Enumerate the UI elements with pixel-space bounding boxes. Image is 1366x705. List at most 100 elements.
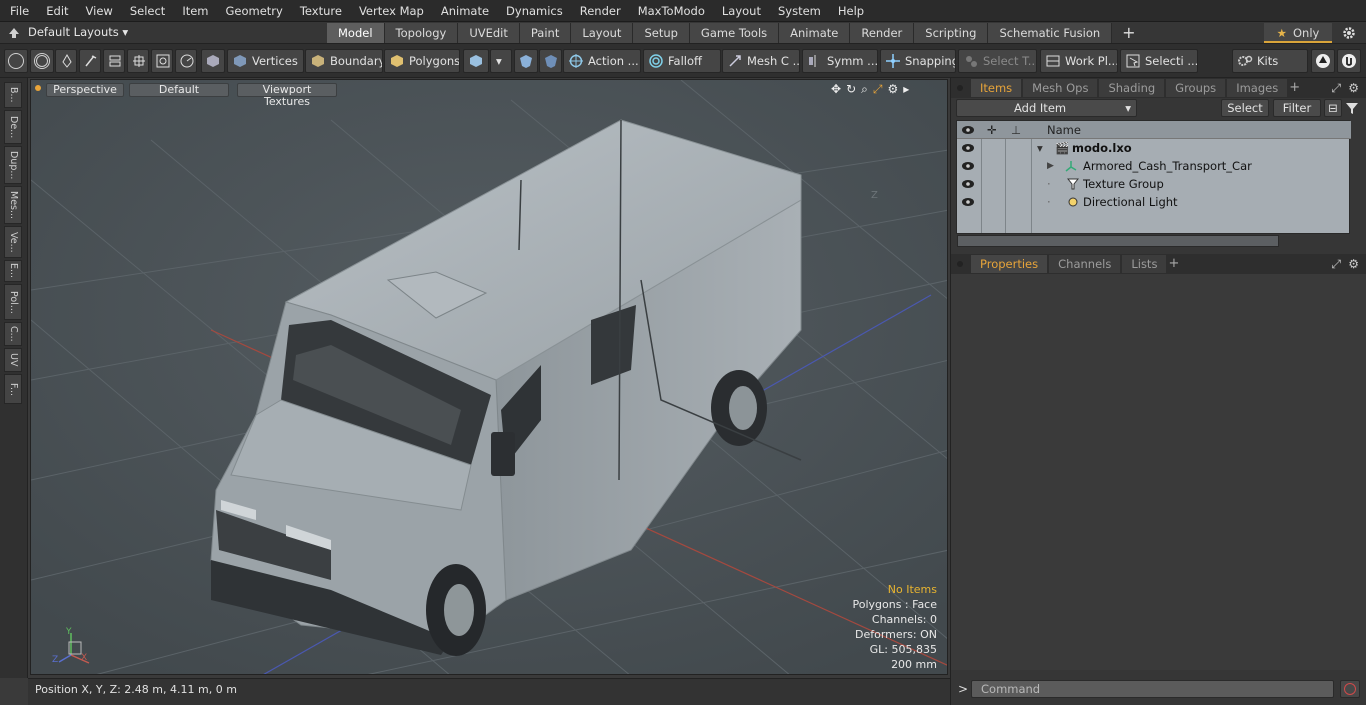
- unreal-button[interactable]: [1337, 49, 1361, 73]
- left-tab-edge[interactable]: E...: [4, 260, 22, 282]
- menu-item[interactable]: Item: [172, 0, 215, 22]
- symmetry-button[interactable]: Symm ...: [802, 49, 878, 73]
- tab-model[interactable]: Model: [327, 23, 385, 43]
- grid-button[interactable]: [127, 49, 149, 73]
- viewport-textures-button[interactable]: Viewport Textures: [237, 83, 337, 108]
- align-button[interactable]: [103, 49, 125, 73]
- menu-geometry[interactable]: Geometry: [216, 0, 290, 22]
- timer-button[interactable]: [175, 49, 197, 73]
- visibility-eye-icon[interactable]: [961, 143, 975, 153]
- expand-panel-icon[interactable]: ⤢: [1331, 257, 1341, 272]
- expand-panel-icon[interactable]: ⤢: [1331, 81, 1341, 96]
- menu-help[interactable]: Help: [828, 0, 871, 22]
- tab-uvedit[interactable]: UVEdit: [458, 23, 520, 43]
- list-item[interactable]: · Directional Light: [957, 193, 1351, 211]
- menu-view[interactable]: View: [76, 0, 120, 22]
- falloff-button[interactable]: Falloff: [643, 49, 721, 73]
- kits-button[interactable]: Kits: [1232, 49, 1308, 73]
- command-input[interactable]: Command: [971, 680, 1334, 698]
- visibility-eye-icon[interactable]: [961, 197, 975, 207]
- gear-icon[interactable]: [1342, 26, 1356, 40]
- left-tab-curve[interactable]: C...: [4, 322, 22, 346]
- list-item[interactable]: ▾ 🎬 modo.lxo: [957, 139, 1351, 157]
- unity-button[interactable]: [1311, 49, 1335, 73]
- tab-images[interactable]: Images: [1227, 79, 1288, 97]
- panel-gear-icon[interactable]: ⚙: [1348, 257, 1359, 271]
- menu-file[interactable]: File: [0, 0, 36, 22]
- tab-game-tools[interactable]: Game Tools: [689, 23, 780, 43]
- mesh-constraint-button[interactable]: Mesh C ...: [722, 49, 800, 73]
- panel-gear-icon[interactable]: ⚙: [1348, 81, 1359, 95]
- rotate-view-icon[interactable]: ↻: [846, 82, 856, 97]
- snapping-button[interactable]: Snapping: [880, 49, 956, 73]
- select-button[interactable]: Select: [1221, 99, 1269, 117]
- perspective-button[interactable]: Perspective: [46, 83, 124, 97]
- selection-sets-button[interactable]: Selecti ...: [1120, 49, 1198, 73]
- menu-system[interactable]: System: [768, 0, 828, 22]
- viewport-settings-gear-icon[interactable]: ⚙: [887, 82, 898, 97]
- menu-dynamics[interactable]: Dynamics: [496, 0, 570, 22]
- left-tab-uv[interactable]: UV: [4, 348, 22, 372]
- tab-schematic-fusion[interactable]: Schematic Fusion: [988, 23, 1113, 43]
- shield-button[interactable]: [514, 49, 538, 73]
- item-mode-button[interactable]: [201, 49, 225, 73]
- menu-vertex-map[interactable]: Vertex Map: [349, 0, 431, 22]
- visibility-eye-icon[interactable]: [961, 179, 975, 189]
- list-item[interactable]: ▶ Armored_Cash_Transport_Car: [957, 157, 1351, 175]
- record-command-button[interactable]: [1340, 680, 1360, 698]
- menu-maxtomodo[interactable]: MaxToModo: [628, 0, 712, 22]
- menu-texture[interactable]: Texture: [290, 0, 349, 22]
- default-shading-button[interactable]: Default: [129, 83, 229, 97]
- item-list-scrollbar[interactable]: [957, 235, 1279, 247]
- polygons-button[interactable]: Polygons: [384, 49, 460, 73]
- tab-lists[interactable]: Lists: [1122, 255, 1167, 273]
- tab-setup[interactable]: Setup: [633, 23, 690, 43]
- left-tab-vertex[interactable]: Ve...: [4, 226, 22, 258]
- select-circle-button[interactable]: [4, 49, 28, 73]
- tab-layout[interactable]: Layout: [571, 23, 634, 43]
- panel-menu-dot-icon[interactable]: [957, 261, 963, 267]
- viewport-canvas[interactable]: Z Y X Z: [31, 80, 948, 675]
- snap-frame-button[interactable]: [151, 49, 173, 73]
- viewport-menu-dot-icon[interactable]: [35, 85, 41, 91]
- add-tab-plus-icon[interactable]: +: [1122, 23, 1135, 43]
- left-tab-duplicate[interactable]: Dup...: [4, 146, 22, 184]
- add-tab-plus-icon[interactable]: +: [1289, 78, 1300, 98]
- visibility-eye-icon[interactable]: [961, 161, 975, 171]
- mode-dropdown[interactable]: ▾: [490, 49, 512, 73]
- menu-render[interactable]: Render: [570, 0, 628, 22]
- list-item[interactable]: · Texture Group: [957, 175, 1351, 193]
- tab-shading[interactable]: Shading: [1099, 79, 1165, 97]
- tab-groups[interactable]: Groups: [1166, 79, 1226, 97]
- name-column-header[interactable]: Name: [1047, 121, 1081, 139]
- expand-arrow-icon[interactable]: ▾: [1037, 139, 1043, 157]
- zoom-view-icon[interactable]: ⌕: [861, 82, 868, 97]
- menu-layout[interactable]: Layout: [712, 0, 768, 22]
- vertices-button[interactable]: Vertices: [227, 49, 304, 73]
- expand-arrow-icon[interactable]: ▶: [1047, 157, 1054, 175]
- menu-select[interactable]: Select: [120, 0, 172, 22]
- filter-button[interactable]: Filter: [1273, 99, 1321, 117]
- brush-tool-button[interactable]: [79, 49, 101, 73]
- material-mode-button[interactable]: [463, 49, 489, 73]
- work-plane-button[interactable]: Work Pl...: [1040, 49, 1118, 73]
- left-tab-polygon[interactable]: Pol...: [4, 284, 22, 320]
- tab-items[interactable]: Items: [971, 79, 1022, 97]
- tab-render[interactable]: Render: [850, 23, 915, 43]
- tab-paint[interactable]: Paint: [519, 23, 572, 43]
- tab-topology[interactable]: Topology: [384, 23, 459, 43]
- left-tab-deform[interactable]: De...: [4, 110, 22, 144]
- panel-menu-dot-icon[interactable]: [957, 85, 963, 91]
- menu-animate[interactable]: Animate: [431, 0, 496, 22]
- tab-channels[interactable]: Channels: [1049, 255, 1121, 273]
- play-arrow-icon[interactable]: ▸: [903, 82, 909, 97]
- maximize-view-icon[interactable]: ⤢: [873, 82, 883, 97]
- tab-scripting[interactable]: Scripting: [914, 23, 989, 43]
- menu-edit[interactable]: Edit: [36, 0, 75, 22]
- tab-animate[interactable]: Animate: [779, 23, 851, 43]
- left-tab-basic[interactable]: B...: [4, 82, 22, 108]
- collapse-toggle-button[interactable]: ⊟: [1324, 99, 1342, 117]
- add-item-dropdown[interactable]: Add Item ▾: [956, 99, 1137, 117]
- only-toggle[interactable]: ★ Only: [1264, 23, 1332, 43]
- default-layouts-dropdown[interactable]: Default Layouts ▾: [28, 22, 128, 42]
